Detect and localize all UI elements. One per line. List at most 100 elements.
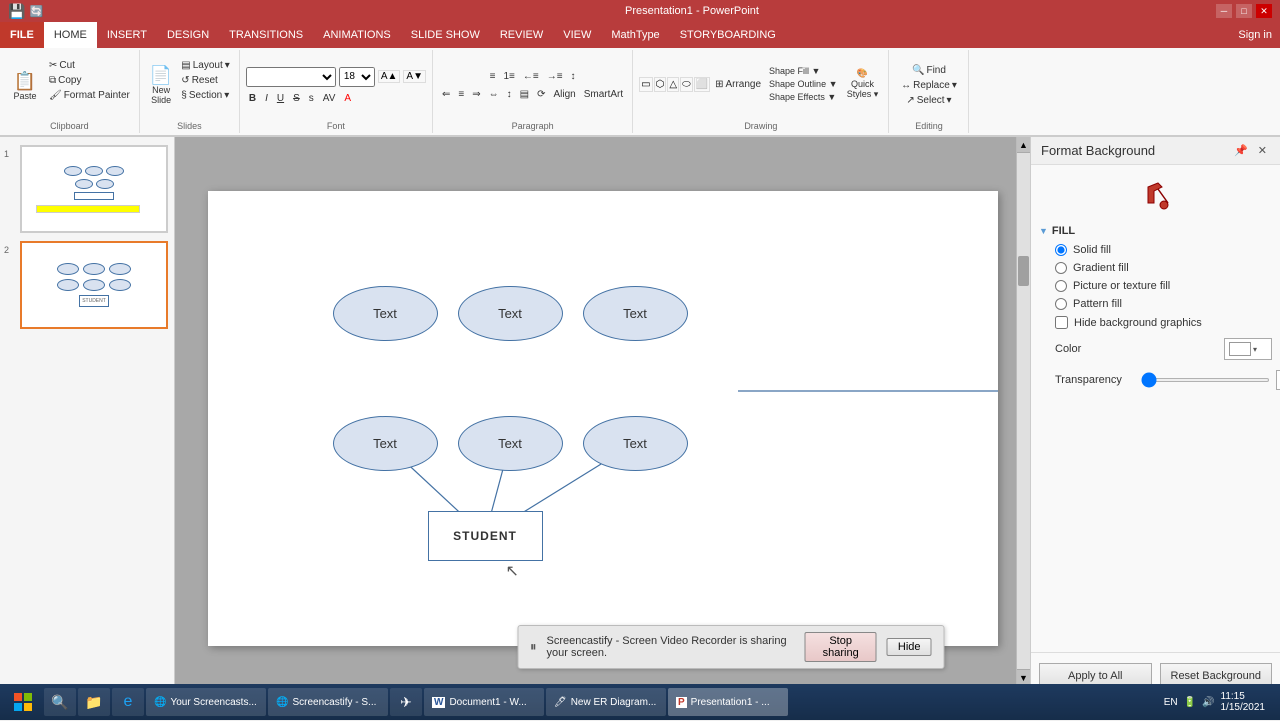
italic-button[interactable]: I [262,92,271,105]
scroll-thumb-v[interactable] [1018,256,1029,286]
shape-icon-2[interactable]: ⬡ [654,77,667,92]
add-column-btn[interactable]: ▤ [517,88,532,101]
shape-icon-4[interactable]: ⬭ [680,77,693,92]
taskbar-ie-btn[interactable]: e [112,688,144,716]
text-direction-btn2[interactable]: ⟳ [534,88,548,101]
close-btn[interactable]: ✕ [1256,4,1272,18]
minimize-btn[interactable]: ─ [1216,4,1232,18]
section-button[interactable]: § Section ▾ [178,89,233,102]
gradient-fill-option[interactable]: Gradient fill [1039,259,1272,277]
restore-btn[interactable]: □ [1236,4,1252,18]
vertical-scrollbar[interactable]: ▲ ▼ [1016,137,1030,685]
scroll-up-btn[interactable]: ▲ [1017,137,1030,153]
align-right-btn[interactable]: ⇒ [469,88,483,101]
slide-thumb-2[interactable]: 2 ST [4,241,170,329]
arrange-button[interactable]: ⊞ Arrange [712,78,764,91]
shape-outline-button[interactable]: Shape Outline ▼ [766,78,840,90]
scroll-down-btn[interactable]: ▼ [1017,669,1030,685]
tab-insert[interactable]: INSERT [97,22,157,48]
slide-preview-2[interactable]: STUDENT [20,241,168,329]
tab-slideshow[interactable]: SLIDE SHOW [401,22,490,48]
paste-button[interactable]: 📋 Paste [6,70,44,101]
ellipse-bottom-3[interactable]: Text [583,416,688,471]
shape-icon-5[interactable]: ⬜ [694,77,710,92]
panel-close-btn[interactable]: ✕ [1255,143,1270,158]
tab-review[interactable]: REVIEW [490,22,553,48]
pattern-fill-radio[interactable] [1055,298,1067,310]
decrease-font-btn[interactable]: A▼ [403,70,426,83]
taskbar-file-explorer-btn[interactable]: 📁 [78,688,110,716]
layout-button[interactable]: ▤ Layout ▾ [178,59,233,72]
shape-icon-3[interactable]: △ [667,77,679,92]
panel-pin-btn[interactable]: 📌 [1231,143,1251,158]
ellipse-top-2[interactable]: Text [458,286,563,341]
stop-sharing-button[interactable]: Stop sharing [804,632,876,662]
align-left-btn[interactable]: ⇐ [439,88,453,101]
gradient-fill-radio[interactable] [1055,262,1067,274]
copy-button[interactable]: ⧉ Copy [46,74,133,87]
ellipse-top-1[interactable]: Text [333,286,438,341]
student-rect[interactable]: STUDENT [428,511,543,561]
decrease-indent-btn[interactable]: ←≡ [520,70,542,83]
align-center-btn[interactable]: ≡ [455,88,467,101]
taskbar-screencasts-btn[interactable]: 🌐 Your Screencasts... [146,688,266,716]
reset-button[interactable]: ↺ Reset [178,74,233,87]
ellipse-top-3[interactable]: Text [583,286,688,341]
underline-button[interactable]: U [274,92,287,105]
tab-file[interactable]: FILE [0,22,44,48]
font-size-select[interactable]: 18 [339,67,375,87]
justify-btn[interactable]: ⇔ [486,88,502,101]
line-spacing-btn[interactable]: ↕ [504,88,515,101]
replace-button[interactable]: ↔ Replace ▾ [898,79,960,92]
tab-animations[interactable]: ANIMATIONS [313,22,401,48]
tab-home[interactable]: HOME [44,22,97,48]
hide-bg-option[interactable]: Hide background graphics [1039,313,1272,332]
solid-fill-radio[interactable] [1055,244,1067,256]
picture-fill-option[interactable]: Picture or texture fill [1039,277,1272,295]
smartart-btn[interactable]: SmartArt [581,88,626,101]
increase-font-btn[interactable]: A▲ [378,70,401,83]
select-button[interactable]: ↗ Select ▾ [903,94,954,107]
increase-indent-btn[interactable]: →≡ [544,70,566,83]
font-color-button[interactable]: A [341,92,354,105]
slide-canvas[interactable]: Text Text Text Text Text Text STUDENT [208,191,998,646]
taskbar-screencastify-btn[interactable]: 🌐 Screencastify - S... [268,688,388,716]
pattern-fill-option[interactable]: Pattern fill [1039,295,1272,313]
tab-view[interactable]: VIEW [553,22,601,48]
transparency-value-input[interactable] [1276,370,1280,390]
strikethrough-button[interactable]: S [290,92,303,105]
solid-fill-option[interactable]: Solid fill [1039,241,1272,259]
find-button[interactable]: 🔍 Find [909,64,949,77]
tab-mathtype[interactable]: MathType [601,22,669,48]
align-text-btn[interactable]: Align [550,88,578,101]
format-painter-button[interactable]: 🖌 Format Painter [46,89,133,102]
canvas-area[interactable]: Text Text Text Text Text Text STUDENT [175,137,1030,699]
hide-notification-button[interactable]: Hide [887,638,932,656]
picture-fill-radio[interactable] [1055,280,1067,292]
text-direction-button[interactable]: ↕ [568,70,579,83]
tab-transitions[interactable]: TRANSITIONS [219,22,313,48]
fill-section-header[interactable]: ▼ FILL [1039,221,1272,241]
font-family-select[interactable] [246,67,336,87]
color-picker-button[interactable]: ▾ [1224,338,1272,360]
slide-preview-1[interactable] [20,145,168,233]
ellipse-bottom-1[interactable]: Text [333,416,438,471]
shadow-button[interactable]: s [306,92,317,105]
start-button[interactable] [4,688,42,716]
hide-bg-checkbox[interactable] [1055,316,1068,329]
numbering-button[interactable]: 1≡ [500,70,517,83]
char-spacing-button[interactable]: AV [320,92,339,105]
taskbar-presentation-btn[interactable]: P Presentation1 - ... [668,688,788,716]
new-slide-button[interactable]: 📄 NewSlide [146,64,176,107]
transparency-slider[interactable] [1141,378,1270,382]
shape-icon-1[interactable]: ▭ [639,77,652,92]
taskbar-word-btn[interactable]: W Document1 - W... [424,688,544,716]
quick-styles-button[interactable]: 🎨 QuickStyles ▾ [842,68,882,100]
bullets-button[interactable]: ≡ [487,70,499,83]
shape-fill-button[interactable]: Shape Fill ▼ [766,65,840,77]
cut-button[interactable]: ✂ Cut [46,59,133,72]
sign-in[interactable]: Sign in [1238,22,1280,48]
taskbar-search-btn[interactable]: 🔍 [44,688,76,716]
shape-effects-button[interactable]: Shape Effects ▼ [766,91,840,103]
ellipse-bottom-2[interactable]: Text [458,416,563,471]
